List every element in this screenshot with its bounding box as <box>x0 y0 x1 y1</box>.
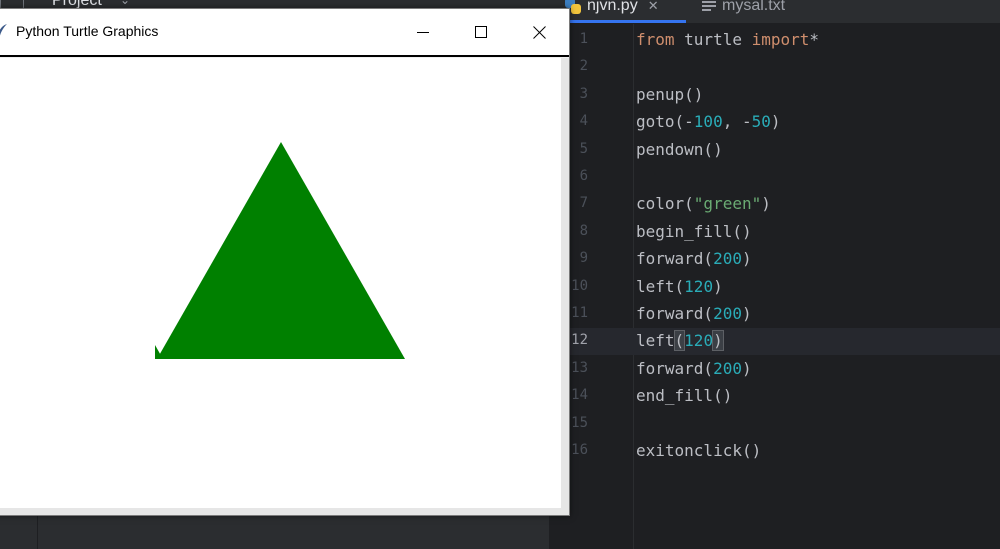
code-line[interactable]: 4 goto(-100, -50) <box>550 108 1000 135</box>
code-text: pendown() <box>636 139 723 159</box>
active-tab-indicator <box>562 20 686 23</box>
horizontal-scrollbar[interactable] <box>0 508 569 515</box>
code-line[interactable]: 9 forward(200) <box>550 245 1000 272</box>
tab-mysal-txt[interactable]: mysal.txt <box>702 0 785 20</box>
close-icon <box>532 25 546 39</box>
code-text: goto(-100, -50) <box>636 112 781 132</box>
vertical-scrollbar[interactable] <box>561 58 569 515</box>
code-line[interactable]: 10 left(120) <box>550 273 1000 300</box>
tab-label: njvn.py <box>587 0 638 14</box>
code-line[interactable]: 11 forward(200) <box>550 300 1000 327</box>
code-text: forward(200) <box>636 358 752 378</box>
code-line[interactable]: 3 penup() <box>550 81 1000 108</box>
drawing-surface <box>155 142 405 359</box>
window-title: Python Turtle Graphics <box>16 23 159 39</box>
chevron-down-icon[interactable]: ⌄ <box>120 0 130 7</box>
code-text: forward(200) <box>636 249 752 269</box>
code-line[interactable]: 5 pendown() <box>550 136 1000 163</box>
code-text: exitonclick() <box>636 441 762 460</box>
maximize-button[interactable] <box>451 9 511 55</box>
close-button[interactable] <box>509 9 569 55</box>
window-divider <box>0 55 569 57</box>
code-text: left(120) <box>636 330 724 352</box>
code-line[interactable]: 13 forward(200) <box>550 355 1000 382</box>
desktop: Project ⌄ 1 from turtle import* 2 3 penup() 4… <box>0 0 1000 549</box>
text-file-icon <box>702 0 716 12</box>
window-titlebar[interactable]: Python Turtle Graphics <box>0 9 569 55</box>
code-line[interactable]: 14 end_fill() <box>550 382 1000 409</box>
code-text: end_fill() <box>636 386 733 406</box>
code-line[interactable]: 2 <box>550 53 1000 80</box>
maximize-icon <box>475 26 487 38</box>
turtle-graphics-window[interactable]: Python Turtle Graphics <box>0 8 570 516</box>
code-text: color("green") <box>636 194 771 214</box>
code-text: penup() <box>636 84 704 104</box>
minimize-button[interactable] <box>393 9 453 55</box>
green-triangle <box>157 142 405 359</box>
close-tab-icon[interactable]: ✕ <box>648 0 659 14</box>
code-line[interactable]: 1 from turtle import* <box>550 26 1000 53</box>
code-line[interactable]: 16 exitonclick() <box>550 437 1000 464</box>
code-line[interactable]: 12 left(120) <box>550 327 1000 354</box>
code-line[interactable]: 15 <box>550 410 1000 437</box>
tab-njvn-py[interactable]: njvn.py ✕ <box>565 0 659 20</box>
turtle-canvas[interactable] <box>0 58 561 508</box>
code-line[interactable]: 6 <box>550 163 1000 190</box>
code-text: forward(200) <box>636 304 752 323</box>
tab-label: mysal.txt <box>722 0 786 14</box>
code-line[interactable]: 7 color("green") <box>550 190 1000 217</box>
code-text: left(120) <box>636 276 723 296</box>
python-feather-icon <box>0 24 7 36</box>
code-text: from turtle import* <box>636 30 820 49</box>
minimize-icon <box>417 32 429 33</box>
code-text: begin_fill() <box>636 221 752 241</box>
code-line[interactable]: 8 begin_fill() <box>550 218 1000 245</box>
